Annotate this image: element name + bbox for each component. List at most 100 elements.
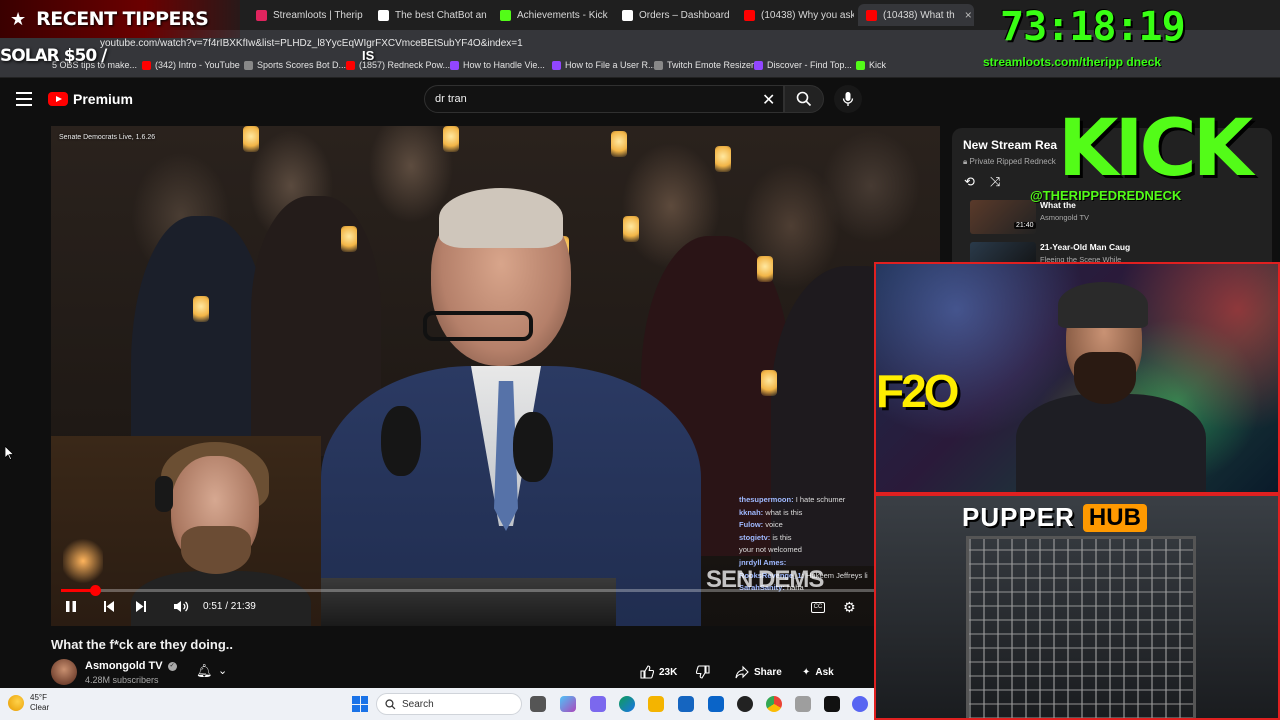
subscriber-count: 4.28M subscribers [85, 675, 159, 685]
tab-streamloots[interactable]: Streamloots | Therip × [248, 4, 366, 26]
bookmark-kick[interactable]: Kick [856, 60, 886, 70]
search-input[interactable]: dr tran [424, 85, 784, 113]
pause-button[interactable] [65, 600, 77, 616]
settings-button[interactable]: ⚙ [843, 599, 856, 616]
tab-label: Streamloots | Therip [273, 9, 363, 21]
clear-icon[interactable]: ✕ [762, 90, 775, 110]
microphone-icon [842, 92, 854, 106]
chevron-down-icon[interactable]: ⌄ [218, 664, 227, 677]
weather-condition: Clear [30, 703, 50, 712]
candle [715, 146, 731, 172]
search-label: Search [402, 698, 434, 710]
bookmark-label: Discover - Find Top... [767, 60, 852, 70]
volume-button[interactable] [173, 600, 189, 616]
playlist-item[interactable]: 21:40 What the Asmongold TV [956, 200, 1256, 236]
tab-youtube-1[interactable]: (10438) Why you ask × [736, 4, 854, 26]
video-player[interactable]: Senate Democrats Live, 1.6.26 thesupermo… [51, 126, 940, 626]
copilot-icon[interactable] [560, 696, 576, 712]
bookmark-handle[interactable]: How to Handle Vie... [450, 60, 545, 70]
bookmark-sports[interactable]: Sports Scores Bot D... [244, 60, 346, 70]
voice-search-button[interactable] [834, 85, 862, 113]
playlist-item-channel: Asmongold TV [1040, 213, 1090, 222]
store-icon[interactable] [678, 696, 694, 712]
globe-icon [244, 60, 253, 70]
chrome-icon[interactable] [766, 696, 782, 712]
file-explorer-icon[interactable] [648, 696, 664, 712]
tab-orders[interactable]: Orders – Dashboard × [614, 4, 732, 26]
captions-button[interactable]: CC [811, 602, 825, 613]
bookmark-label: How to Handle Vie... [463, 60, 545, 70]
chat-text: voice [765, 520, 783, 530]
teams-icon[interactable] [590, 696, 606, 712]
bookmark-file-report[interactable]: How to File a User R... [552, 60, 656, 70]
tab-kick-achievements[interactable]: Achievements - Kick × [492, 4, 610, 26]
start-button[interactable] [352, 696, 368, 712]
dislike-button[interactable] [696, 660, 710, 684]
app-icon[interactable] [795, 696, 811, 712]
podium-microphone [513, 412, 553, 482]
chat-user: stogietv: [739, 532, 771, 542]
channel-link[interactable]: Asmongold TV ✓ [85, 660, 177, 672]
candle [623, 216, 639, 242]
tab-chatbot[interactable]: The best ChatBot an × [370, 4, 488, 26]
dog-crate [966, 536, 1196, 718]
channel-avatar[interactable] [51, 659, 77, 685]
discord-icon[interactable] [852, 696, 868, 712]
outlook-icon[interactable] [708, 696, 724, 712]
candle [761, 370, 777, 396]
headset [155, 476, 173, 512]
kick-icon [500, 9, 511, 21]
menu-icon[interactable] [16, 92, 32, 106]
tipper-ticker: SOLAR $50 / [0, 46, 107, 66]
scrubber-handle[interactable] [89, 585, 101, 596]
like-count: 23K [659, 666, 678, 678]
streamer-cap [1058, 282, 1148, 328]
obs-icon[interactable] [737, 696, 753, 712]
hub-text: HUB [1082, 503, 1147, 532]
logo-text: Premium [73, 91, 133, 107]
streamer-webcam-right: F2O [874, 262, 1280, 494]
edge-icon[interactable] [619, 696, 635, 712]
terminal-icon[interactable] [824, 696, 840, 712]
search-button[interactable] [784, 85, 824, 113]
bookmark-label: (342) Intro - YouTube [155, 60, 240, 70]
thumbs-down-icon [696, 665, 710, 679]
notification-bell-button[interactable]: 🔔︎ [196, 663, 213, 679]
time-display: 0:51 / 21:39 [203, 601, 256, 612]
tab-label: (10438) Why you ask [761, 9, 854, 21]
like-button[interactable]: 23K [640, 660, 677, 684]
bookmark-discover[interactable]: Discover - Find Top... [754, 60, 852, 70]
mouse-cursor-icon [5, 446, 14, 460]
tab-label: Achievements - Kick [517, 9, 608, 21]
weather-widget[interactable]: 45°F Clear [8, 693, 49, 713]
previous-button[interactable] [103, 600, 115, 616]
bookmark-emote[interactable]: Twitch Emote Resizer [654, 60, 754, 70]
chat-text: your not welcomed [739, 545, 802, 555]
twitch-icon [754, 60, 763, 70]
bookmark-label: How to File a User R... [565, 60, 656, 70]
playlist-title[interactable]: New Stream Rea [963, 138, 1057, 152]
globe-icon [654, 60, 663, 70]
close-icon[interactable]: × [965, 8, 972, 22]
star-icon: ★ [10, 8, 27, 29]
taskbar-search[interactable]: Search [376, 693, 522, 715]
next-button[interactable] [135, 600, 147, 616]
share-button[interactable]: Share [735, 660, 782, 684]
video-title: What the f*ck are they doing.. [51, 637, 234, 652]
task-view-icon[interactable] [530, 696, 546, 712]
ask-label: Ask [815, 666, 834, 678]
f2o-logo: F2O [876, 365, 959, 417]
windows-taskbar: 45°F Clear Search [0, 688, 874, 720]
candle [757, 256, 773, 282]
youtube-logo[interactable]: Premium [48, 91, 133, 107]
search-icon [796, 91, 812, 107]
chat-user: thesupermoon: [739, 495, 794, 504]
timer-subtitle: streamloots.com/theripp dneck [983, 55, 1162, 69]
progress-bar[interactable] [61, 585, 930, 596]
loop-button[interactable]: ⟲ [964, 174, 975, 190]
bookmark-intro[interactable]: (342) Intro - YouTube [142, 60, 240, 70]
verified-icon: ✓ [167, 661, 177, 671]
tab-youtube-active[interactable]: (10438) What th × [858, 4, 974, 26]
ask-button[interactable]: ✦ Ask [802, 660, 834, 684]
shuffle-button[interactable]: ⤨ [990, 174, 1000, 190]
